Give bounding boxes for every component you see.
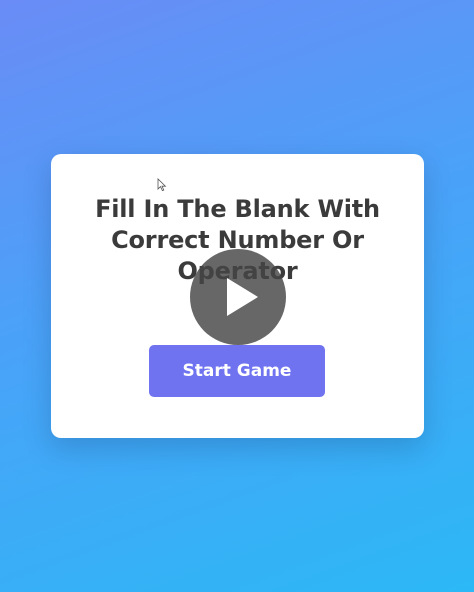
mouse-cursor-icon xyxy=(157,178,167,192)
play-icon xyxy=(227,278,258,316)
start-game-button[interactable]: Start Game xyxy=(149,345,325,397)
video-play-button[interactable] xyxy=(190,249,286,345)
